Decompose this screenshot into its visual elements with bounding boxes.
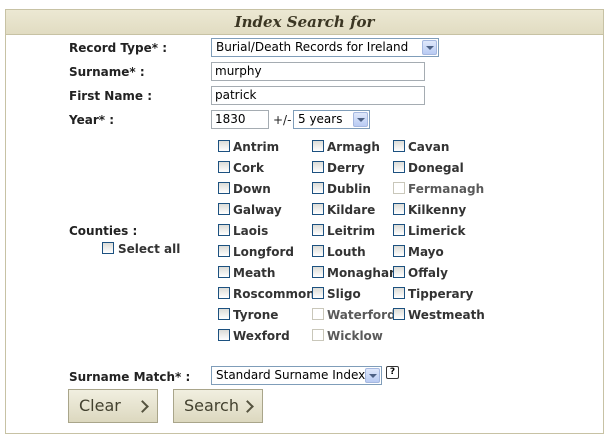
county-label: Armagh [327,140,380,154]
county-label: Wicklow [327,329,383,343]
county-checkbox[interactable] [312,224,324,236]
county-label: Wexford [233,329,290,343]
county-label: Laois [233,224,269,238]
county-checkbox[interactable] [393,140,405,152]
county-checkbox[interactable] [393,245,405,257]
county-checkbox[interactable] [218,224,230,236]
county-checkbox[interactable] [218,308,230,320]
year-range-value: 5 years [298,112,343,126]
county-checkbox[interactable] [218,329,230,341]
chevron-down-icon[interactable] [353,112,368,127]
surname-match-select[interactable]: Standard Surname Index [211,366,382,385]
county-label: Down [233,182,271,196]
county-label: Mayo [408,245,444,259]
record-type-select[interactable]: Burial/Death Records for Ireland [211,38,439,57]
county-checkbox[interactable] [393,308,405,320]
county-label: Monaghan [327,266,398,280]
county-checkbox[interactable] [312,266,324,278]
help-icon[interactable]: ? [386,366,399,379]
county-label: Derry [327,161,365,175]
year-input[interactable]: 1830 [211,110,269,129]
chevron-right-icon [241,400,254,413]
county-label: Roscommon [233,287,315,301]
county-checkbox[interactable] [218,182,230,194]
panel-title: Index Search for [6,10,603,35]
county-label: Tipperary [408,287,474,301]
county-label: Tyrone [233,308,279,322]
county-label: Galway [233,203,282,217]
first-name-input[interactable]: patrick [211,86,425,105]
county-checkbox[interactable] [218,203,230,215]
county-label: Kildare [327,203,376,217]
county-checkbox[interactable] [312,203,324,215]
clear-button[interactable]: Clear [68,389,158,423]
county-checkbox [393,182,405,194]
county-label: Dublin [327,182,371,196]
county-checkbox[interactable] [312,161,324,173]
county-label: Offaly [408,266,448,280]
surname-match-label: Surname Match* : [69,370,191,384]
county-checkbox[interactable] [312,182,324,194]
surname-match-value: Standard Surname Index [216,368,366,382]
county-label: Louth [327,245,366,259]
county-label: Antrim [233,140,280,154]
county-checkbox[interactable] [393,266,405,278]
county-checkbox[interactable] [393,287,405,299]
county-checkbox[interactable] [393,161,405,173]
search-button-label: Search [184,396,239,415]
county-label: Limerick [408,224,466,238]
county-checkbox[interactable] [312,287,324,299]
county-label: Leitrim [327,224,376,238]
chevron-down-icon[interactable] [422,40,437,55]
county-label: Longford [233,245,294,259]
first-name-label: First Name : [69,89,153,103]
select-all-label: Select all [118,242,181,256]
chevron-right-icon [136,400,149,413]
county-label: Donegal [408,161,464,175]
surname-label: Surname* : [69,65,145,79]
county-checkbox[interactable] [218,266,230,278]
county-label: Westmeath [408,308,485,322]
search-button[interactable]: Search [173,389,263,423]
plus-minus-label: +/- [273,113,292,127]
county-checkbox[interactable] [393,224,405,236]
county-checkbox[interactable] [218,140,230,152]
county-label: Sligo [327,287,361,301]
record-type-label: Record Type* : [69,41,167,55]
county-checkbox[interactable] [312,245,324,257]
county-label: Meath [233,266,276,280]
county-checkbox [312,308,324,320]
year-label: Year* : [69,113,114,127]
clear-button-label: Clear [79,396,121,415]
county-checkbox[interactable] [312,140,324,152]
counties-label: Counties : [69,224,138,238]
record-type-value: Burial/Death Records for Ireland [216,40,409,54]
surname-input[interactable]: murphy [211,62,425,81]
chevron-down-icon[interactable] [365,368,380,383]
county-label: Kilkenny [408,203,467,217]
county-checkbox[interactable] [218,287,230,299]
county-label: Cork [233,161,264,175]
county-checkbox [312,329,324,341]
county-label: Waterford [327,308,396,322]
county-label: Cavan [408,140,450,154]
county-checkbox[interactable] [218,245,230,257]
select-all-checkbox[interactable] [102,242,114,254]
county-label: Fermanagh [408,182,485,196]
county-checkbox[interactable] [218,161,230,173]
year-range-select[interactable]: 5 years [293,110,370,129]
county-checkbox[interactable] [393,203,405,215]
